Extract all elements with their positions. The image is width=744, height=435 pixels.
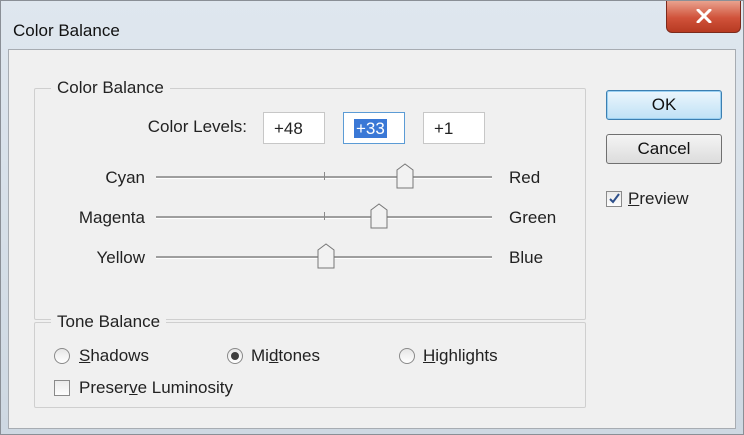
preserve-luminosity-label[interactable]: Preserve Luminosity (79, 378, 233, 398)
level-value-yellow-blue: +1 (434, 119, 454, 138)
slider-label-blue: Blue (509, 248, 544, 267)
highlights-label[interactable]: Highlights (423, 346, 498, 366)
level-value-magenta-green: +33 (354, 119, 387, 138)
shadows-label[interactable]: Shadows (79, 346, 149, 366)
close-button[interactable] (666, 1, 741, 33)
level-input-yellow-blue[interactable]: +1 (423, 112, 485, 144)
slider-thumb-cyan-red[interactable] (396, 163, 414, 189)
level-input-cyan-red[interactable]: +48 (263, 112, 325, 144)
level-input-magenta-green[interactable]: +33 (343, 112, 405, 144)
color-balance-dialog: Color Balance Color Balance Color Levels… (0, 0, 744, 435)
highlights-mnemonic: H (423, 346, 436, 365)
slider-label-cyan: Cyan (105, 168, 145, 187)
slider-label-red: Red (509, 168, 541, 187)
midtones-label[interactable]: Midtones (251, 346, 320, 366)
window-title: Color Balance (13, 21, 120, 40)
slider-label-green: Green (509, 208, 557, 227)
slider-thumb-magenta-green[interactable] (370, 203, 388, 229)
dialog-body: Color Balance Color Levels: +48 +33 +1 C… (8, 49, 736, 429)
cancel-button[interactable]: Cancel (606, 134, 722, 164)
slider-center-tick (324, 212, 325, 220)
preserve-luminosity-checkbox[interactable] (54, 380, 70, 396)
preview-checkbox[interactable] (606, 191, 622, 207)
slider-thumb-yellow-blue[interactable] (317, 243, 335, 269)
highlights-radio[interactable] (399, 348, 415, 364)
color-levels-label: Color Levels: (109, 117, 247, 137)
shadows-radio[interactable] (54, 348, 70, 364)
preview-mnemonic: P (628, 189, 640, 208)
shadows-mnemonic: S (79, 346, 91, 365)
slider-label-magenta: Magenta (78, 208, 145, 227)
midtones-mnemonic: d (268, 346, 279, 365)
preview-label[interactable]: Preview (628, 189, 688, 209)
slider-center-tick (324, 172, 325, 180)
level-value-cyan-red: +48 (274, 119, 303, 138)
tone-balance-group-label: Tone Balance (51, 312, 167, 332)
checkmark-icon (609, 193, 620, 204)
color-balance-group-label: Color Balance (51, 78, 170, 98)
slider-label-yellow: Yellow (96, 248, 145, 267)
title-bar[interactable]: Color Balance (1, 1, 743, 51)
radio-selected-dot (231, 352, 239, 360)
close-icon (696, 9, 712, 23)
color-levels-label-text: Color Levels: (147, 117, 247, 136)
preserve-luminosity-mnemonic: v (129, 378, 138, 397)
ok-button[interactable]: OK (606, 90, 722, 120)
midtones-radio[interactable] (227, 348, 243, 364)
